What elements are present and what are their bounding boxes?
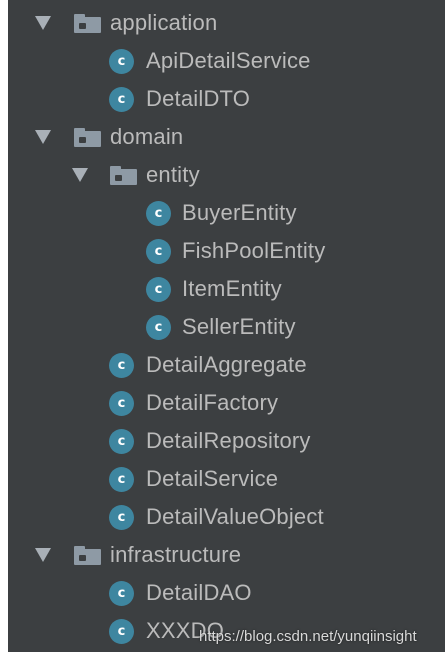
- project-tree: application c ApiDetailService c DetailD…: [8, 0, 445, 652]
- class-c-icon: c: [109, 619, 134, 644]
- node-label: DetailFactory: [146, 390, 279, 415]
- tree-node-detailaggregate[interactable]: c DetailAggregate: [8, 346, 445, 384]
- watermark-text: https://blog.csdn.net/yunqiinsight: [199, 628, 417, 645]
- class-c-icon: c: [146, 277, 171, 302]
- tree-node-itementity[interactable]: c ItemEntity: [8, 270, 445, 308]
- node-label: ApiDetailService: [146, 48, 311, 73]
- class-c-icon: c: [109, 467, 134, 492]
- node-label: DetailRepository: [146, 428, 311, 453]
- tree-node-detaildao[interactable]: c DetailDAO: [8, 574, 445, 612]
- expand-arrow-icon[interactable]: [35, 130, 51, 144]
- node-label: application: [110, 10, 218, 35]
- class-c-icon: c: [109, 505, 134, 530]
- class-c-icon: c: [109, 391, 134, 416]
- class-c-icon: c: [146, 201, 171, 226]
- tree-node-detaildto[interactable]: c DetailDTO: [8, 80, 445, 118]
- class-c-icon: c: [109, 87, 134, 112]
- node-label: DetailAggregate: [146, 352, 307, 377]
- tree-node-detailvalueobject[interactable]: c DetailValueObject: [8, 498, 445, 536]
- tree-node-application[interactable]: application: [8, 4, 445, 42]
- node-label: DetailService: [146, 466, 279, 491]
- node-label: ItemEntity: [182, 276, 282, 301]
- class-c-icon: c: [146, 239, 171, 264]
- tree-node-fishpoolentity[interactable]: c FishPoolEntity: [8, 232, 445, 270]
- tree-node-infrastructure[interactable]: infrastructure: [8, 536, 445, 574]
- class-c-icon: c: [109, 429, 134, 454]
- class-c-icon: c: [109, 353, 134, 378]
- expand-arrow-icon[interactable]: [72, 168, 88, 182]
- tree-node-detailservice[interactable]: c DetailService: [8, 460, 445, 498]
- class-c-icon: c: [109, 49, 134, 74]
- tree-node-buyerentity[interactable]: c BuyerEntity: [8, 194, 445, 232]
- node-label: BuyerEntity: [182, 200, 297, 225]
- tree-node-detailfactory[interactable]: c DetailFactory: [8, 384, 445, 422]
- class-c-icon: c: [146, 315, 171, 340]
- class-c-icon: c: [109, 581, 134, 606]
- tree-node-detailrepository[interactable]: c DetailRepository: [8, 422, 445, 460]
- tree-node-entity[interactable]: entity: [8, 156, 445, 194]
- node-label: entity: [146, 162, 200, 187]
- expand-arrow-icon[interactable]: [35, 16, 51, 30]
- node-label: DetailDTO: [146, 86, 251, 111]
- node-label: domain: [110, 124, 184, 149]
- folder-icon: [74, 128, 101, 147]
- tree-node-domain[interactable]: domain: [8, 118, 445, 156]
- node-label: DetailDAO: [146, 580, 252, 605]
- tree-node-apidetailservice[interactable]: c ApiDetailService: [8, 42, 445, 80]
- folder-icon: [74, 14, 101, 33]
- node-label: FishPoolEntity: [182, 238, 326, 263]
- node-label: infrastructure: [110, 542, 242, 567]
- tree-node-sellerentity[interactable]: c SellerEntity: [8, 308, 445, 346]
- folder-icon: [74, 546, 101, 565]
- node-label: DetailValueObject: [146, 504, 324, 529]
- expand-arrow-icon[interactable]: [35, 548, 51, 562]
- folder-icon: [110, 166, 137, 185]
- node-label: SellerEntity: [182, 314, 296, 339]
